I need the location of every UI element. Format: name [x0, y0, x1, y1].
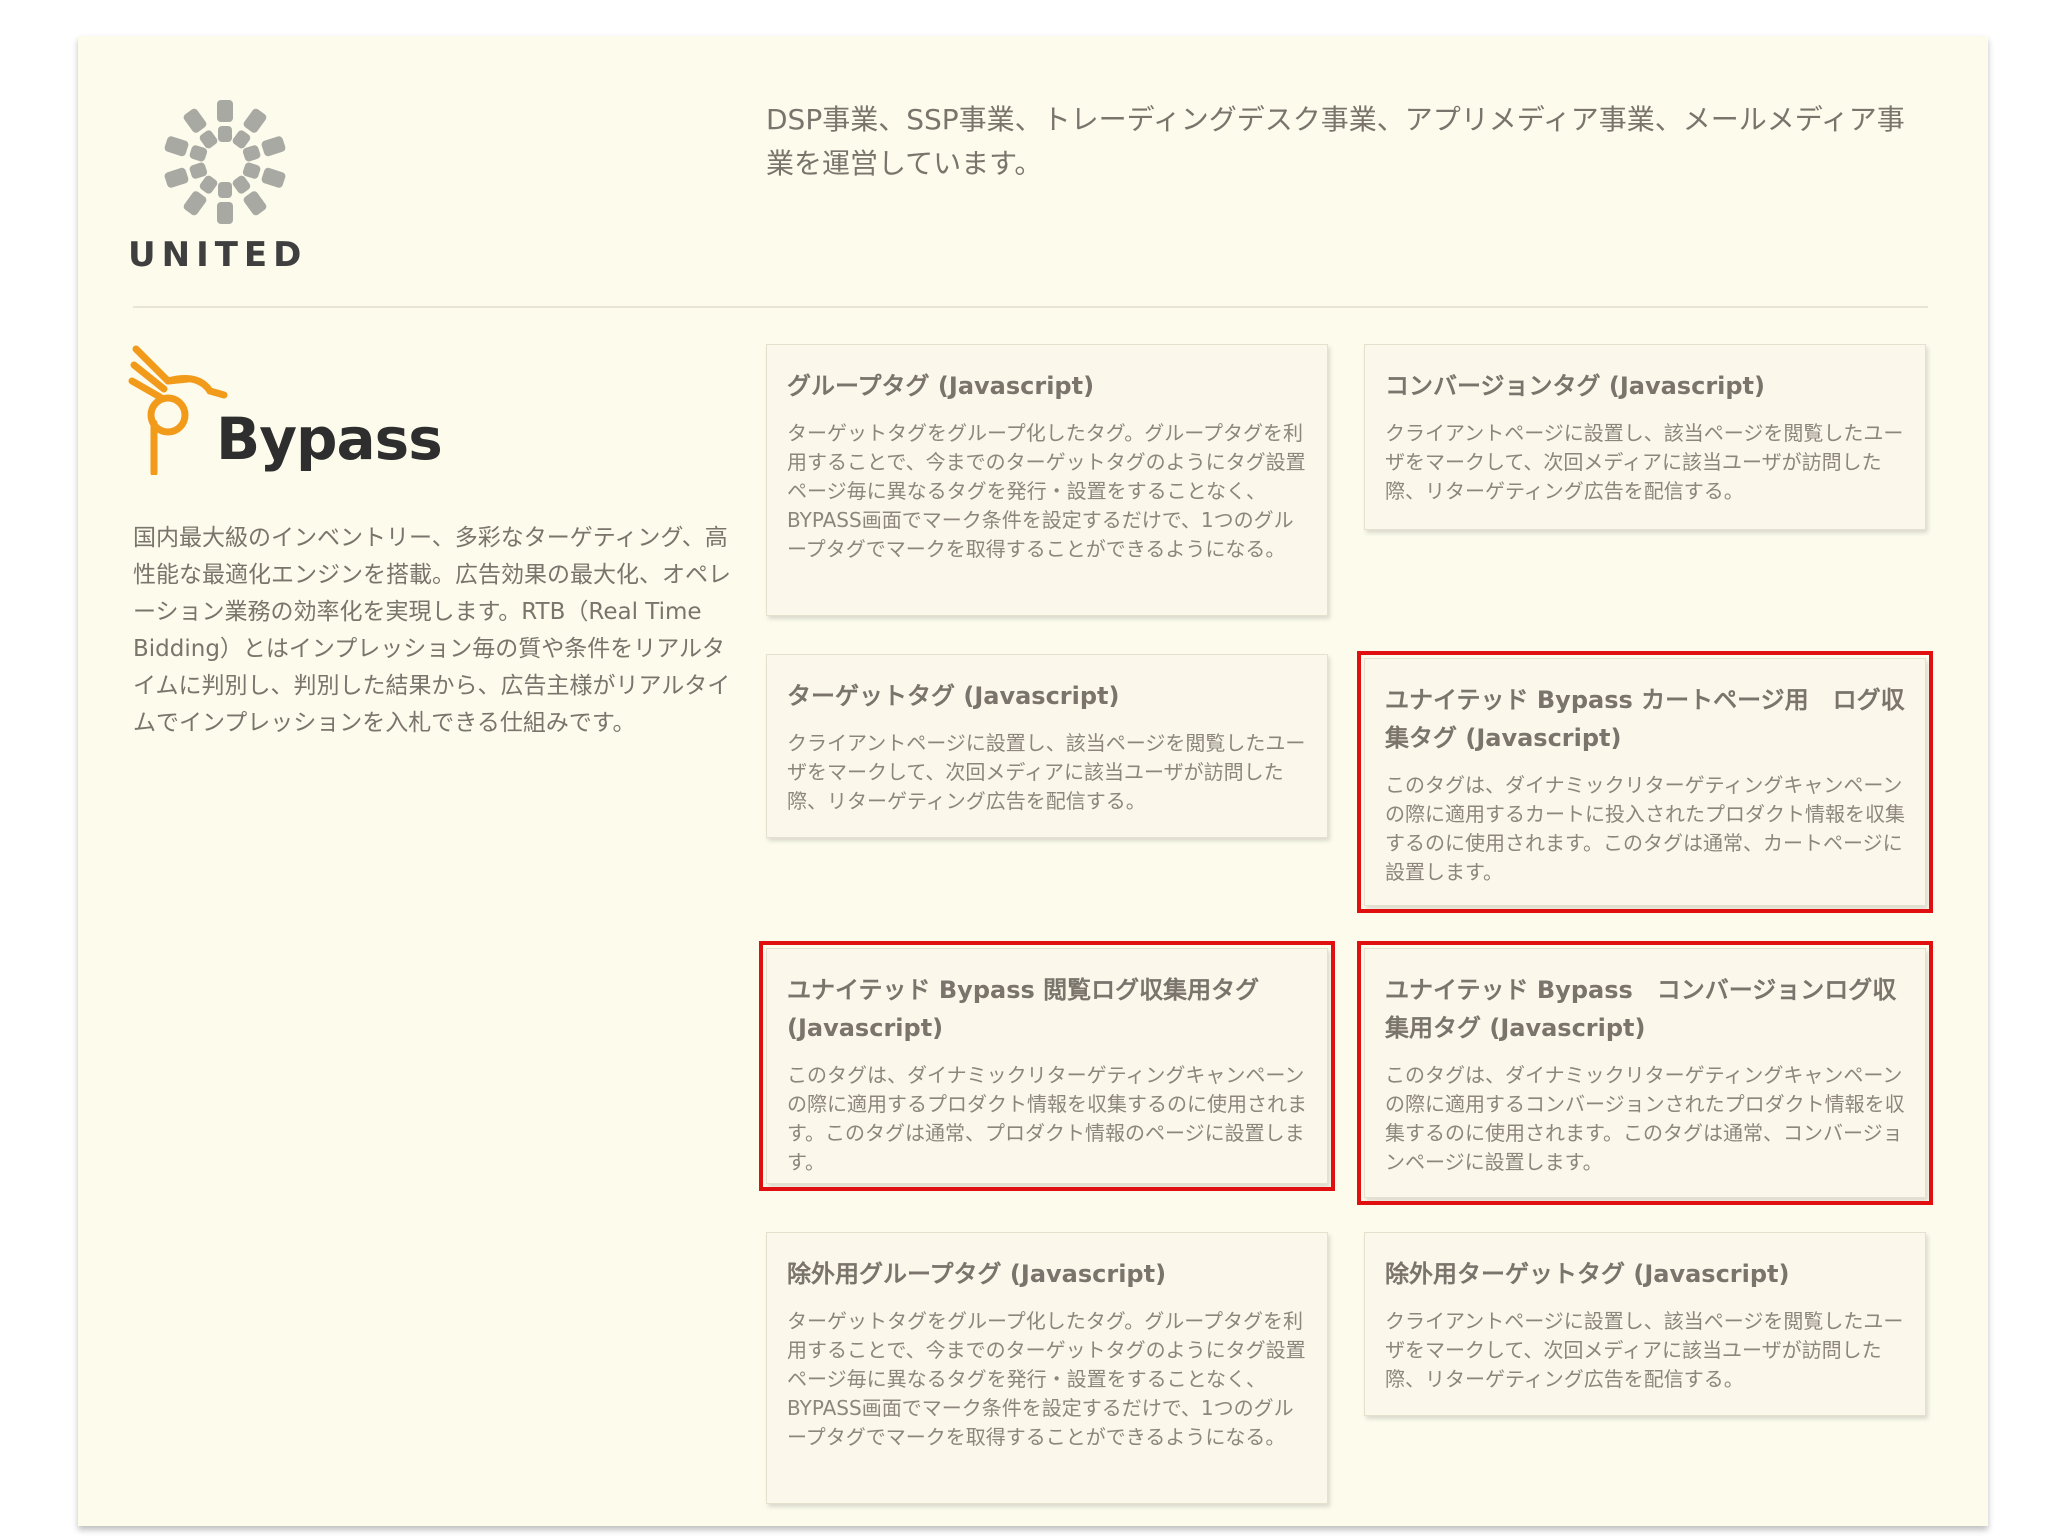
card-body: このタグは、ダイナミックリターゲティングキャンペーンの際に適用するプロダクト情報… [787, 1063, 1307, 1174]
card-view-log-tag[interactable]: ユナイテッド Bypass 閲覧ログ収集用タグ (Javascript) このタ… [759, 941, 1335, 1191]
card-body: このタグは、ダイナミックリターゲティングキャンペーンの際に適用するカートに投入さ… [1385, 773, 1905, 884]
card-group-tag[interactable]: グループタグ (Javascript) ターゲットタグをグループ化したタグ。グル… [766, 344, 1328, 616]
card-body: このタグは、ダイナミックリターゲティングキャンペーンの際に適用するコンバージョン… [1385, 1063, 1905, 1174]
card-body: ターゲットタグをグループ化したタグ。グループタグを利用することで、今までのターゲ… [787, 421, 1306, 561]
divider [133, 306, 1928, 308]
card-title: ユナイテッド Bypass カートページ用 ログ収集タグ (Javascript… [1385, 686, 1905, 752]
card-title: グループタグ (Javascript) [787, 372, 1095, 400]
united-wordmark: UNITED [128, 235, 308, 275]
card-title: ユナイテッド Bypass コンバージョンログ収集用タグ (Javascript… [1385, 976, 1897, 1042]
bypass-logo: Bypass [128, 345, 443, 485]
card-title: 除外用グループタグ (Javascript) [787, 1260, 1167, 1288]
card-exclusion-group-tag[interactable]: 除外用グループタグ (Javascript) ターゲットタグをグループ化したタグ… [766, 1232, 1328, 1504]
card-exclusion-target-tag[interactable]: 除外用ターゲットタグ (Javascript) クライアントページに設置し、該当… [1364, 1232, 1926, 1416]
card-title: ターゲットタグ (Javascript) [787, 682, 1120, 710]
card-conversion-log-tag[interactable]: ユナイテッド Bypass コンバージョンログ収集用タグ (Javascript… [1357, 941, 1933, 1205]
company-intro: DSP事業、SSP事業、トレーディングデスク事業、アプリメディア事業、メールメデ… [766, 103, 1905, 180]
card-conversion-tag[interactable]: コンバージョンタグ (Javascript) クライアントページに設置し、該当ペ… [1364, 344, 1926, 530]
card-body: ターゲットタグをグループ化したタグ。グループタグを利用することで、今までのターゲ… [787, 1309, 1306, 1449]
united-star-icon [163, 100, 287, 224]
united-logo: UNITED [128, 95, 328, 275]
card-cart-log-tag[interactable]: ユナイテッド Bypass カートページ用 ログ収集タグ (Javascript… [1357, 651, 1933, 913]
card-body: クライアントページに設置し、該当ページを閲覧したユーザをマークして、次回メディア… [1385, 1309, 1904, 1391]
card-target-tag[interactable]: ターゲットタグ (Javascript) クライアントページに設置し、該当ページ… [766, 654, 1328, 838]
card-title: 除外用ターゲットタグ (Javascript) [1385, 1260, 1790, 1288]
product-description: 国内最大級のインベントリー、多彩なターゲティング、高性能な最適化エンジンを搭載。… [133, 525, 731, 736]
card-body: クライアントページに設置し、該当ページを閲覧したユーザをマークして、次回メディア… [1385, 421, 1904, 503]
card-title: ユナイテッド Bypass 閲覧ログ収集用タグ (Javascript) [787, 976, 1260, 1042]
card-title: コンバージョンタグ (Javascript) [1385, 372, 1766, 400]
card-body: クライアントページに設置し、該当ページを閲覧したユーザをマークして、次回メディア… [787, 731, 1306, 813]
bypass-wordmark: Bypass [216, 405, 443, 473]
